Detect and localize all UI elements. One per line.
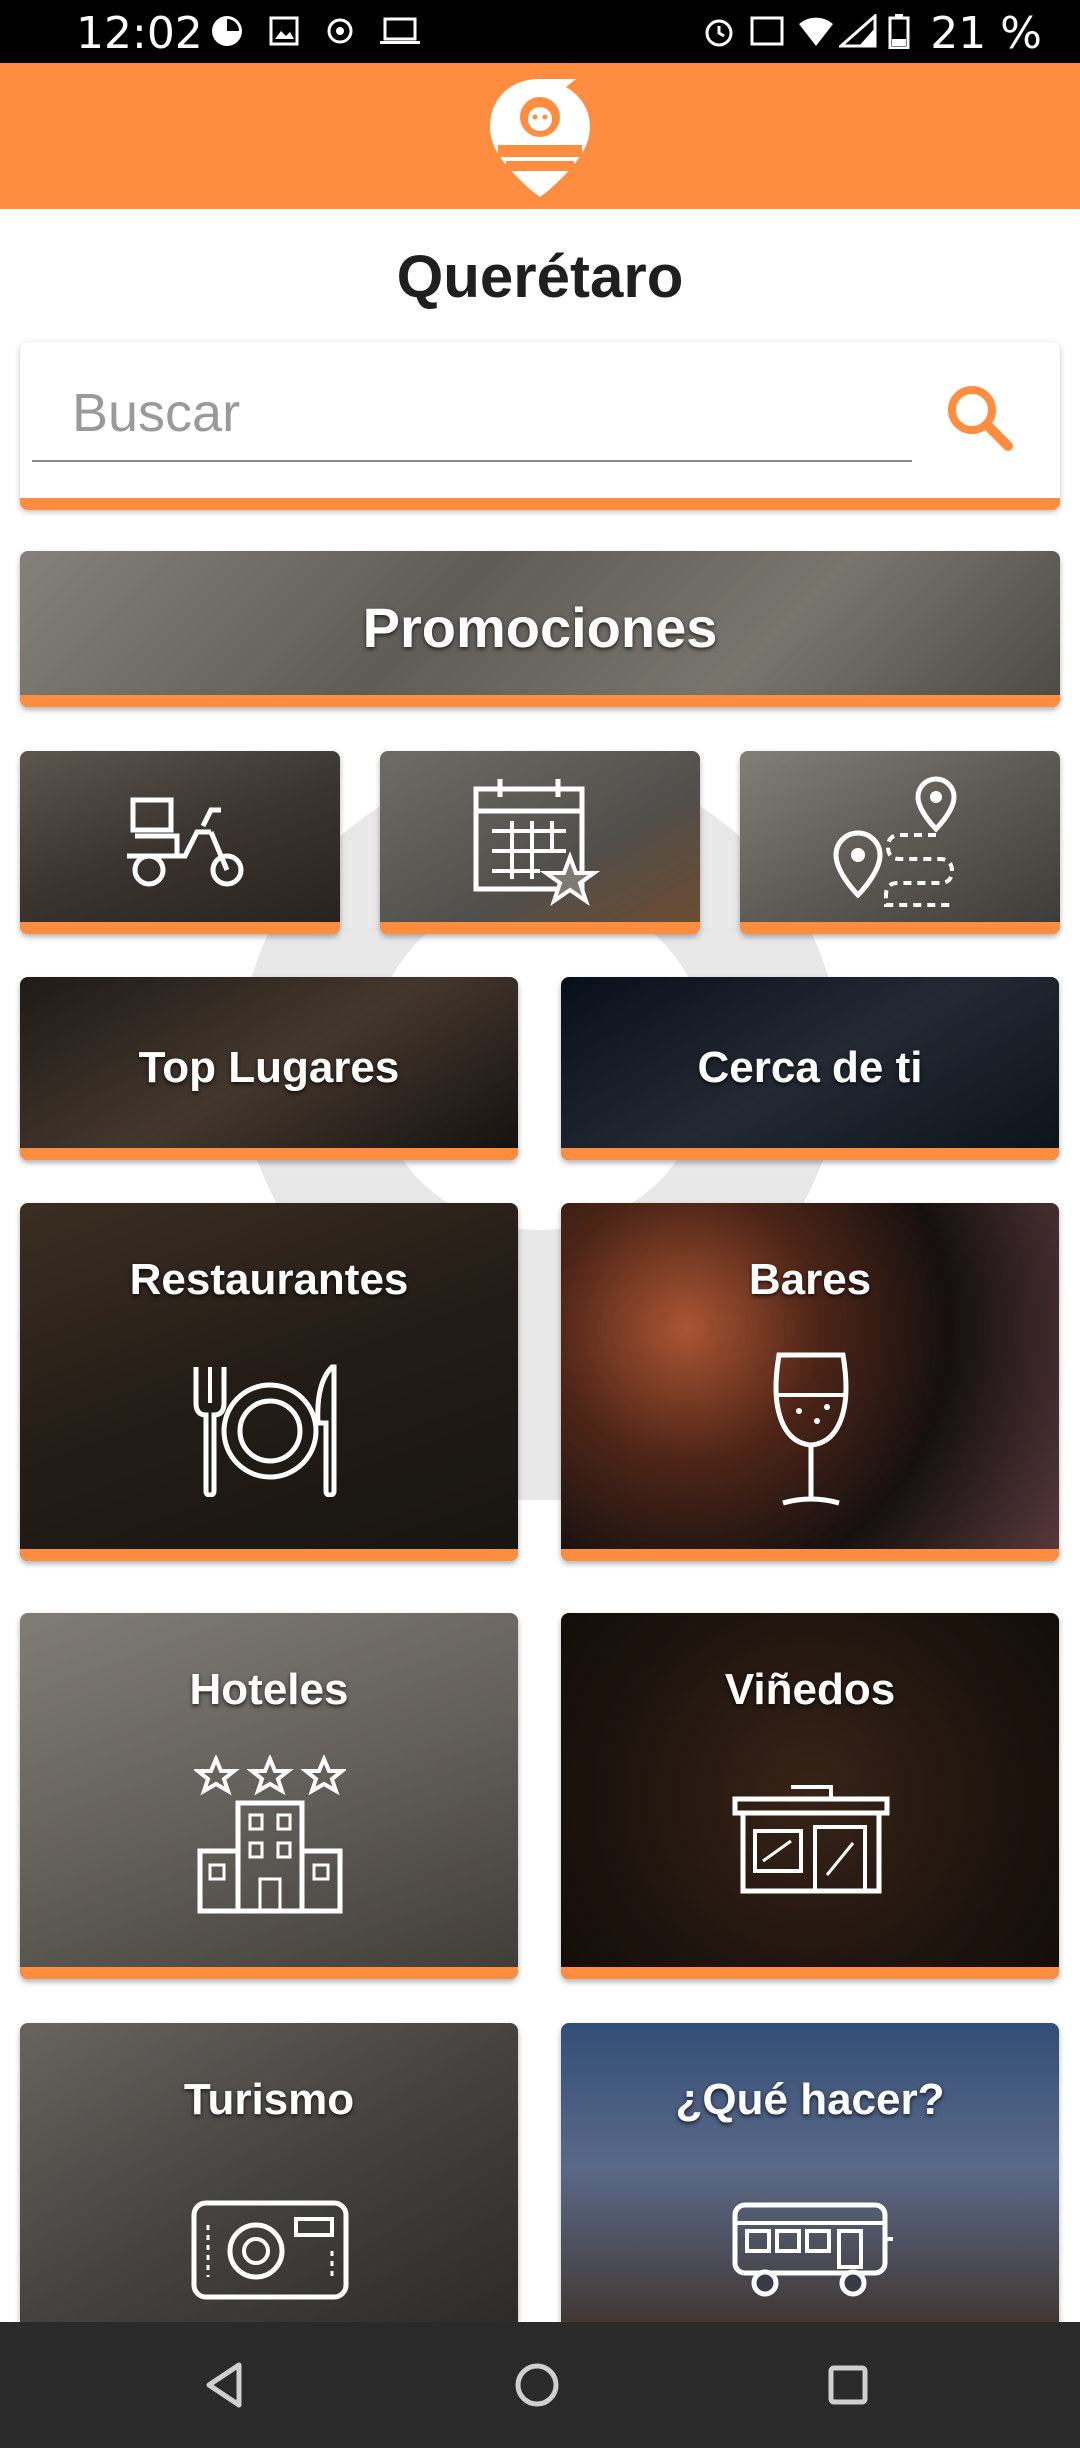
cerca-de-ti-label: Cerca de ti bbox=[697, 1043, 923, 1092]
que-hacer-label: ¿Qué hacer? bbox=[675, 2075, 945, 2124]
top-lugares-tile[interactable]: Top Lugares bbox=[20, 977, 518, 1160]
bares-tile[interactable]: Bares bbox=[561, 1203, 1059, 1561]
search-bar bbox=[20, 342, 1060, 510]
wifi-icon bbox=[796, 14, 836, 48]
turismo-label: Turismo bbox=[183, 2075, 355, 2124]
recents-button[interactable] bbox=[818, 2355, 878, 2415]
notification-app-icon bbox=[208, 14, 246, 48]
scooter-delivery-icon bbox=[115, 796, 255, 896]
plate-cutlery-icon bbox=[186, 1363, 352, 1498]
vinedos-tile[interactable]: Viñedos bbox=[561, 1613, 1059, 1979]
hoteles-label: Hoteles bbox=[189, 1665, 349, 1714]
promociones-label: Promociones bbox=[362, 596, 718, 659]
hoteles-tile[interactable]: Hoteles bbox=[20, 1613, 518, 1979]
top-lugares-label: Top Lugares bbox=[138, 1043, 400, 1092]
vpn-icon bbox=[322, 14, 358, 48]
gallery-icon bbox=[266, 14, 302, 48]
tour-bus-icon bbox=[731, 2199, 895, 2299]
laptop-icon bbox=[378, 14, 422, 48]
bares-label: Bares bbox=[748, 1255, 872, 1304]
winery-store-icon bbox=[731, 1783, 891, 1895]
page-title: Querétaro bbox=[396, 243, 684, 310]
vinedos-label: Viñedos bbox=[724, 1665, 896, 1714]
home-circle-icon bbox=[515, 2363, 559, 2407]
hotel-building-icon bbox=[192, 1753, 348, 1915]
signal-icon bbox=[838, 14, 878, 48]
calendar-star-icon bbox=[470, 775, 601, 909]
que-hacer-tile[interactable]: ¿Qué hacer? bbox=[561, 2023, 1059, 2343]
wine-glass-icon bbox=[769, 1351, 853, 1511]
route-pins-icon bbox=[830, 775, 970, 915]
search-button[interactable] bbox=[940, 378, 1020, 458]
route-map-tile[interactable] bbox=[740, 751, 1060, 934]
status-time: 12:02 bbox=[76, 8, 203, 59]
promociones-tile[interactable]: Promociones bbox=[20, 551, 1060, 707]
brand-logo[interactable] bbox=[480, 73, 600, 199]
back-button[interactable] bbox=[195, 2355, 255, 2415]
restaurantes-label: Restaurantes bbox=[129, 1255, 409, 1304]
status-bar: 12:02 21 % bbox=[0, 0, 1080, 63]
delivery-tile[interactable] bbox=[20, 751, 340, 934]
turismo-tile[interactable]: Turismo bbox=[20, 2023, 518, 2343]
auto-hz-icon bbox=[748, 14, 786, 48]
back-triangle-icon bbox=[206, 2362, 242, 2408]
home-button[interactable] bbox=[507, 2355, 567, 2415]
restaurantes-tile[interactable]: Restaurantes bbox=[20, 1203, 518, 1561]
search-icon bbox=[948, 386, 1013, 451]
app-header bbox=[0, 63, 1080, 209]
search-input[interactable] bbox=[32, 366, 912, 462]
cerca-de-ti-tile[interactable]: Cerca de ti bbox=[561, 977, 1059, 1160]
events-tile[interactable] bbox=[380, 751, 700, 934]
battery-icon bbox=[886, 14, 912, 49]
battery-percentage: 21 % bbox=[930, 8, 1042, 59]
system-navigation-bar bbox=[0, 2322, 1080, 2448]
alarm-icon bbox=[700, 14, 738, 48]
recents-square-icon bbox=[828, 2365, 868, 2405]
camera-icon bbox=[190, 2199, 350, 2301]
